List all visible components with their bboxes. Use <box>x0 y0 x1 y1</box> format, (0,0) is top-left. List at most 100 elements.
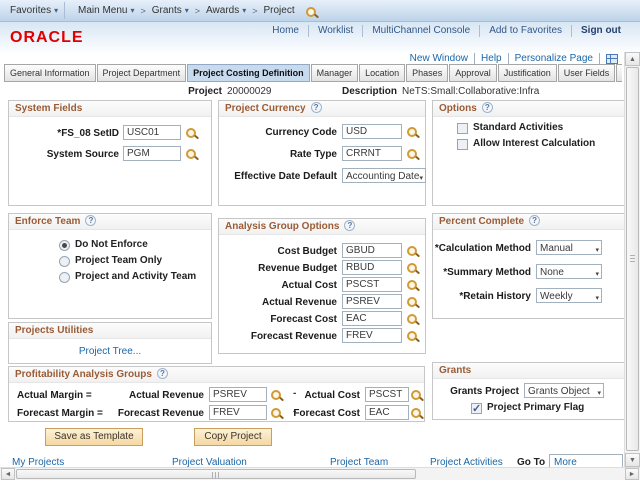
tab-project-department[interactable]: Project Department <box>97 64 187 82</box>
help-icon[interactable]: ? <box>157 368 168 379</box>
link-multichannel-console[interactable]: MultiChannel Console <box>363 25 480 37</box>
calculation-method-select[interactable]: Manual ▾ <box>536 240 602 255</box>
forecast-cost-input[interactable]: EAC <box>342 311 402 326</box>
grants-project-select[interactable]: Grants Object ▾ <box>524 383 604 398</box>
currency-code-input[interactable]: USD <box>342 124 402 139</box>
save-as-template-button[interactable]: Save as Template <box>45 428 143 446</box>
help-icon[interactable]: ? <box>311 102 322 113</box>
vertical-scrollbar[interactable]: ▲ ▼ <box>624 52 640 467</box>
personalize-layout-icon[interactable] <box>606 54 618 64</box>
lookup-icon[interactable] <box>407 245 420 258</box>
link-new-window[interactable]: New Window <box>404 53 475 64</box>
tab-user-fields[interactable]: User Fields <box>558 64 616 82</box>
tab-project-costing-definition[interactable]: Project Costing Definition <box>187 64 310 82</box>
lookup-icon[interactable] <box>411 389 424 402</box>
revenue-budget-input[interactable]: RBUD <box>342 260 402 275</box>
effective-date-default-select[interactable]: Accounting Date ▾ <box>342 168 426 183</box>
project-label: Project <box>188 86 222 97</box>
help-icon[interactable]: ? <box>482 102 493 113</box>
field-label-cost-budget: Cost Budget <box>278 244 337 259</box>
retain-history-select[interactable]: Weekly ▾ <box>536 288 602 303</box>
breadcrumb-search-icon[interactable] <box>306 6 319 19</box>
radio-label: Project Team Only <box>75 255 162 266</box>
standard-activities-checkbox[interactable] <box>457 123 468 134</box>
section-title: Profitability Analysis Groups <box>15 369 152 380</box>
dropdown-arrow-icon: ▾ <box>595 268 599 281</box>
link-help[interactable]: Help <box>475 53 509 64</box>
summary-method-select[interactable]: None ▾ <box>536 264 602 279</box>
forecast-revenue-input[interactable]: FREV <box>209 405 267 420</box>
tab-justification[interactable]: Justification <box>498 64 557 82</box>
lookup-icon[interactable] <box>407 279 420 292</box>
scroll-right-icon[interactable]: ► <box>625 468 639 480</box>
breadcrumb-awards[interactable]: Awards▾ <box>206 5 246 16</box>
divider <box>64 2 65 19</box>
tab-rates[interactable]: Rates <box>616 64 622 82</box>
help-icon[interactable]: ? <box>85 215 96 226</box>
cost-budget-input[interactable]: GBUD <box>342 243 402 258</box>
breadcrumb-main-menu[interactable]: Main Menu▾ <box>78 5 134 16</box>
lookup-icon[interactable] <box>411 407 424 420</box>
link-personalize-page[interactable]: Personalize Page <box>509 53 600 64</box>
allow-interest-calculation-checkbox[interactable] <box>457 139 468 150</box>
vertical-scrollbar-thumb[interactable] <box>626 67 639 451</box>
section-options: Options? Standard Activities Allow Inter… <box>432 100 625 206</box>
section-title: Grants <box>439 365 471 376</box>
page-bar: New Window Help Personalize Page <box>404 53 618 64</box>
project-primary-flag-checkbox[interactable] <box>471 403 482 414</box>
copy-project-button[interactable]: Copy Project <box>194 428 272 446</box>
section-title: Percent Complete <box>439 216 524 227</box>
checkbox-label: Allow Interest Calculation <box>473 138 595 149</box>
lookup-icon[interactable] <box>407 148 420 161</box>
breadcrumb-separator-icon: > <box>140 6 145 16</box>
breadcrumb-grants[interactable]: Grants▾ <box>152 5 189 16</box>
field-label-currency-code: Currency Code <box>265 125 337 140</box>
dropdown-arrow-icon: ▾ <box>595 244 599 257</box>
horizontal-scrollbar[interactable]: ◄ ► <box>0 467 640 480</box>
breadcrumb-project[interactable]: Project <box>264 5 295 16</box>
lookup-icon[interactable] <box>407 296 420 309</box>
link-add-to-favorites[interactable]: Add to Favorites <box>480 25 572 37</box>
tab-phases[interactable]: Phases <box>406 64 448 82</box>
lookup-icon[interactable] <box>186 148 199 161</box>
scroll-down-icon[interactable]: ▼ <box>625 453 640 467</box>
actual-cost-input[interactable]: PSCST <box>365 387 409 402</box>
lookup-icon[interactable] <box>186 127 199 140</box>
horizontal-scrollbar-thumb[interactable] <box>16 469 416 479</box>
scroll-left-icon[interactable]: ◄ <box>1 468 15 480</box>
forecast-cost-input[interactable]: EAC <box>365 405 409 420</box>
tab-manager[interactable]: Manager <box>311 64 359 82</box>
tab-general-information[interactable]: General Information <box>4 64 96 82</box>
project-team-only-radio[interactable] <box>59 256 70 267</box>
link-sign-out[interactable]: Sign out <box>572 25 630 37</box>
system-source-input[interactable]: PGM <box>123 146 181 161</box>
lookup-icon[interactable] <box>271 407 284 420</box>
do-not-enforce-radio[interactable] <box>59 240 70 251</box>
section-title: Projects Utilities <box>15 325 93 336</box>
lookup-icon[interactable] <box>407 330 420 343</box>
tab-approval[interactable]: Approval <box>449 64 497 82</box>
project-tree-link[interactable]: Project Tree... <box>9 346 211 357</box>
scroll-up-icon[interactable]: ▲ <box>625 52 640 66</box>
setid-input[interactable]: USC01 <box>123 125 181 140</box>
lookup-icon[interactable] <box>407 262 420 275</box>
actual-revenue-input[interactable]: PSREV <box>342 294 402 309</box>
favorites-menu[interactable]: Favorites▾ <box>10 0 58 21</box>
actual-cost-input[interactable]: PSCST <box>342 277 402 292</box>
forecast-revenue-input[interactable]: FREV <box>342 328 402 343</box>
actual-revenue-input[interactable]: PSREV <box>209 387 267 402</box>
field-label-retain-history: *Retain History <box>459 289 531 304</box>
project-and-activity-team-radio[interactable] <box>59 272 70 283</box>
help-icon[interactable]: ? <box>344 220 355 231</box>
link-home[interactable]: Home <box>263 25 309 37</box>
rate-type-input[interactable]: CRRNT <box>342 146 402 161</box>
field-label-actual-cost: Actual Cost <box>304 388 360 403</box>
help-icon[interactable]: ? <box>529 215 540 226</box>
tab-location[interactable]: Location <box>359 64 405 82</box>
lookup-icon[interactable] <box>407 313 420 326</box>
lookup-icon[interactable] <box>271 389 284 402</box>
link-worklist[interactable]: Worklist <box>309 25 363 37</box>
lookup-icon[interactable] <box>407 126 420 139</box>
navigation-bar: Favorites▾ Main Menu▾ > Grants▾ > Awards… <box>0 0 640 22</box>
oracle-logo: ORACLE <box>10 29 84 47</box>
